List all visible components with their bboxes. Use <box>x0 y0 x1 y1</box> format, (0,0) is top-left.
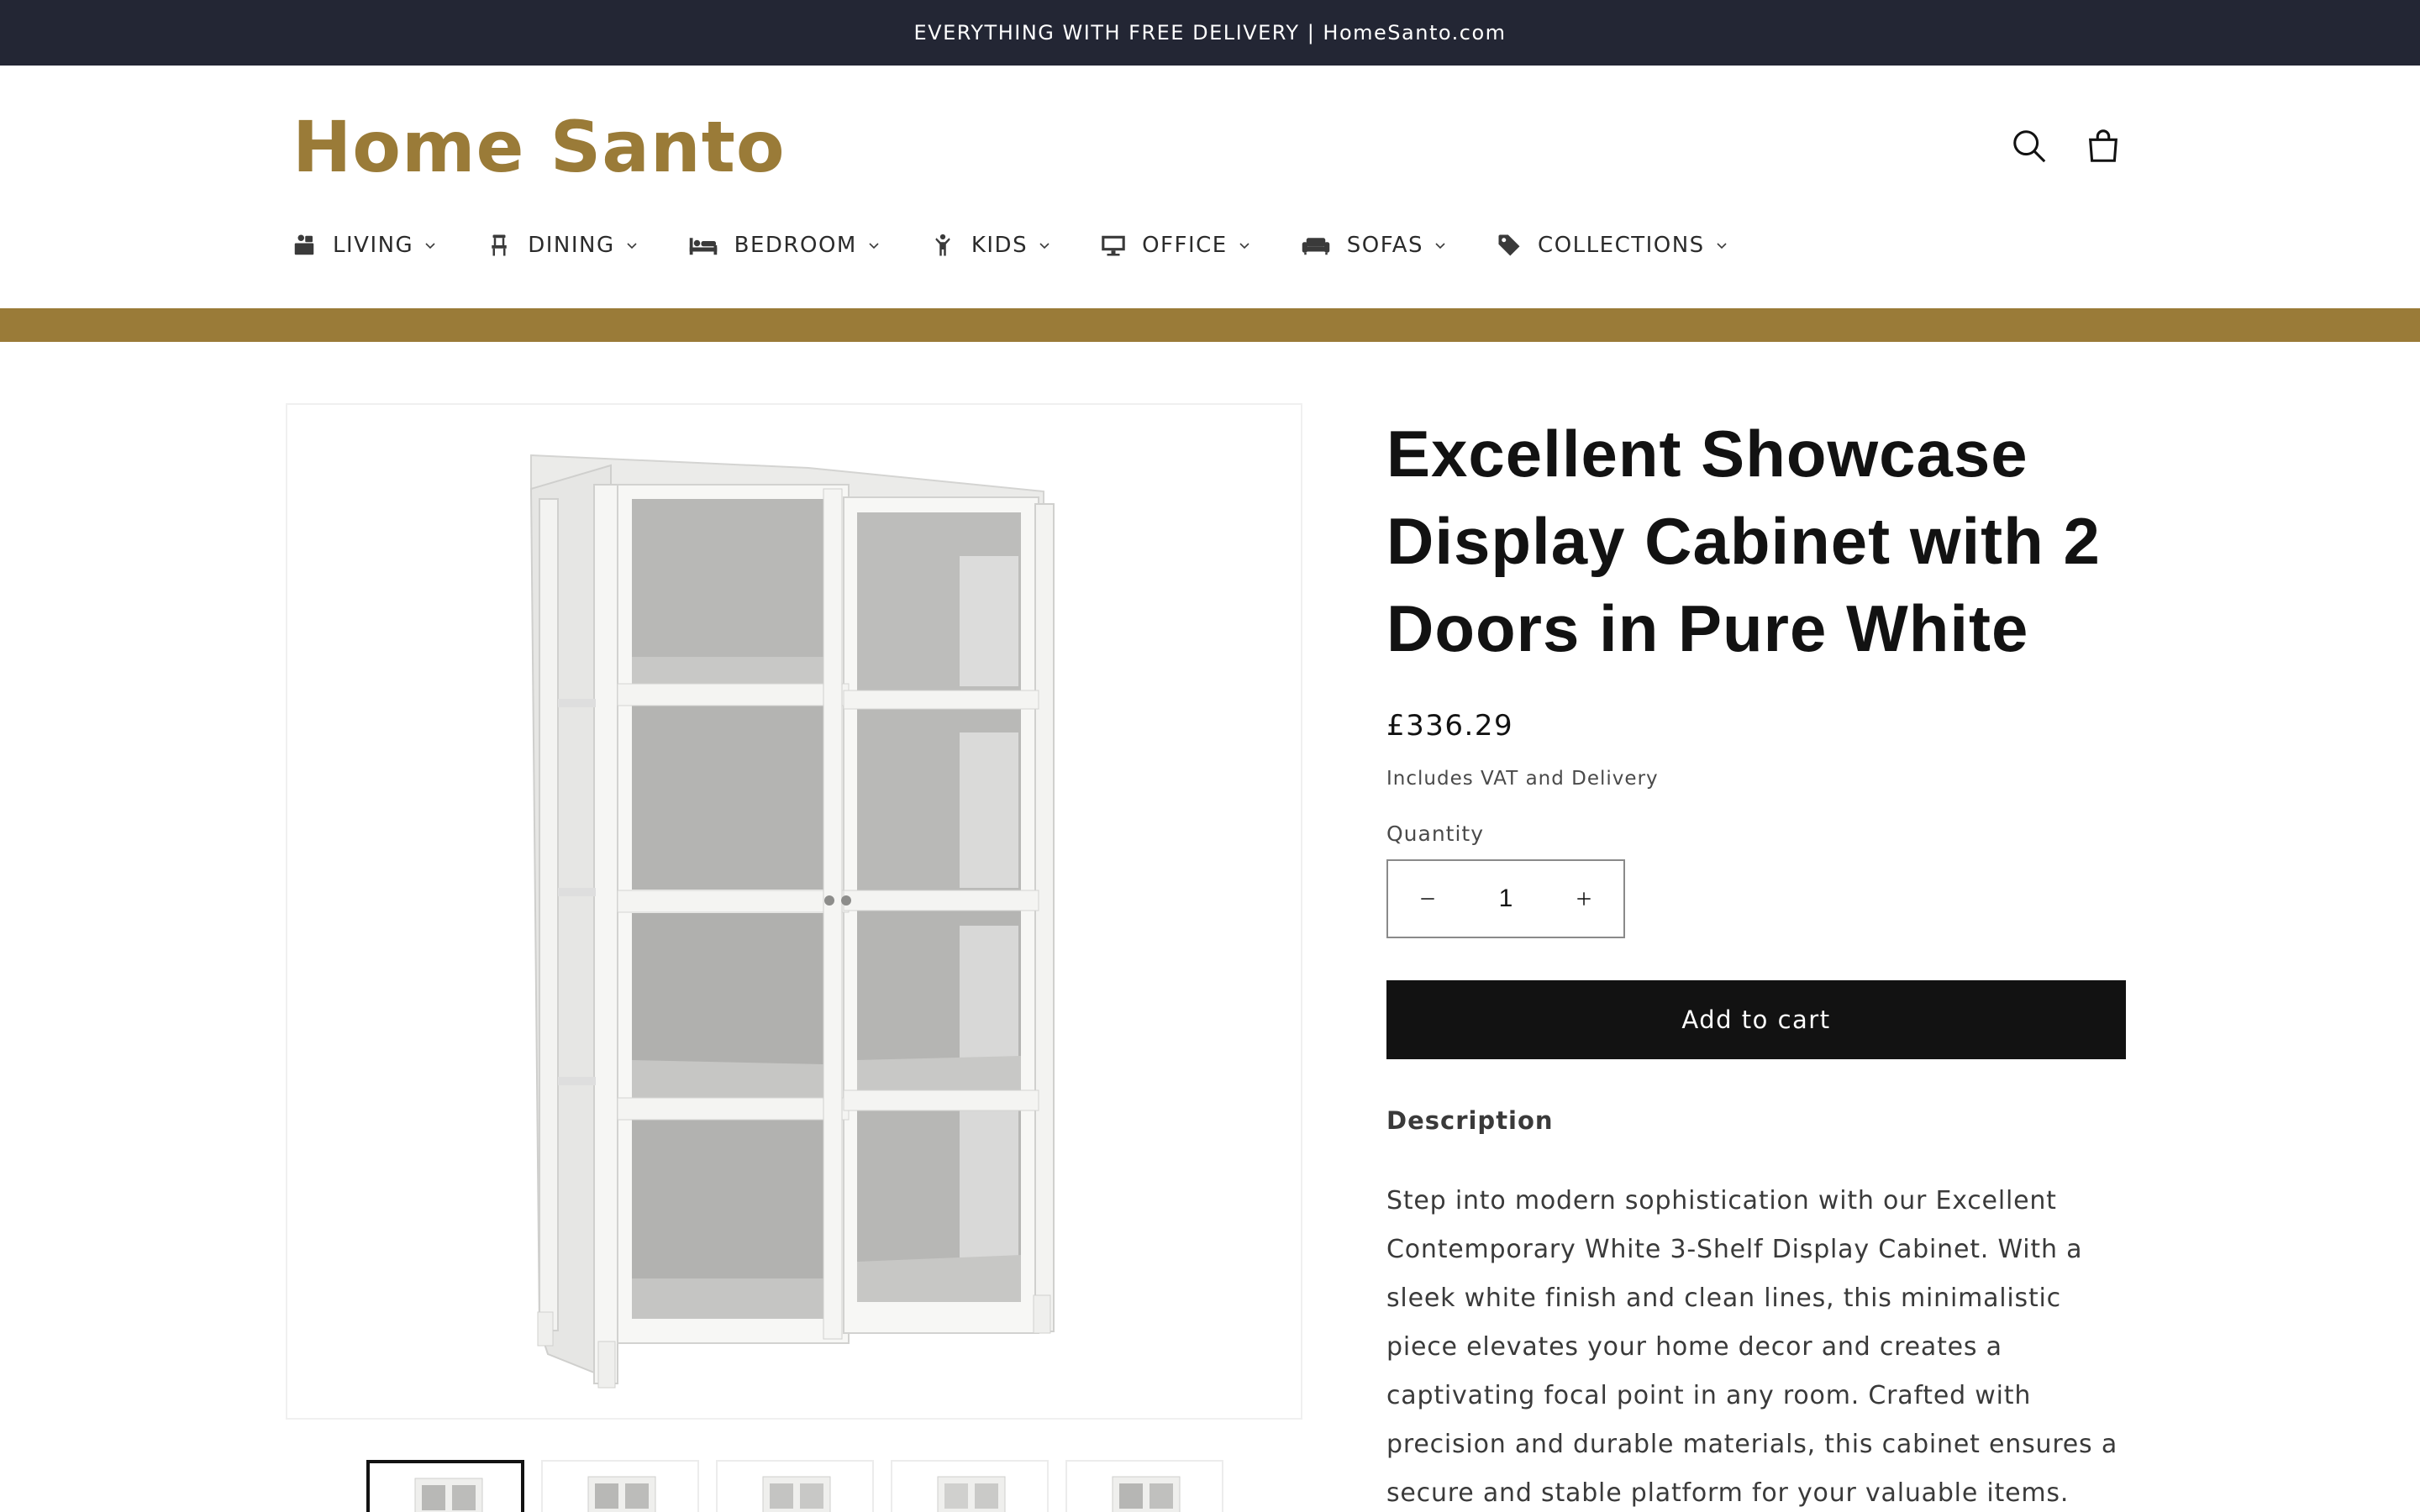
search-icon <box>2013 130 2046 163</box>
minus-icon <box>1421 898 1434 900</box>
quantity-label: Quantity <box>1386 822 1485 846</box>
tax-note: Includes VAT and Delivery <box>1386 768 1659 790</box>
add-to-cart-button[interactable]: Add to cart <box>1386 980 2126 1059</box>
cabinet-thumb-image <box>587 1476 656 1512</box>
nav-label-dining: DINING <box>528 233 615 258</box>
thumbnail-3[interactable] <box>716 1460 874 1512</box>
product-title: Excellent Showcase Display Cabinet with … <box>1386 417 2101 665</box>
chevron-down-icon <box>1238 239 1251 252</box>
nav-item-collections[interactable]: COLLECTIONS <box>1496 222 1728 269</box>
cabinet-thumb-image <box>414 1478 483 1512</box>
announcement-text: EVERYTHING WITH FREE DELIVERY | HomeSant… <box>913 21 1507 45</box>
chevron-down-icon <box>625 239 639 252</box>
product-price: £336.29 <box>1386 709 1514 743</box>
product-main-image[interactable] <box>286 403 1302 1420</box>
quantity-increase-button[interactable] <box>1544 861 1623 937</box>
chair-icon <box>486 232 513 259</box>
chevron-down-icon <box>867 239 881 252</box>
nav-label-kids: KIDS <box>971 233 1028 258</box>
cabinet-thumb-image <box>937 1476 1006 1512</box>
cart-icon <box>2089 129 2118 162</box>
accent-divider-band <box>0 308 2420 342</box>
product-info: Excellent Showcase Display Cabinet with … <box>1386 403 2126 1512</box>
nav-item-dining[interactable]: DINING <box>486 222 638 269</box>
product-thumbnails <box>366 1460 1223 1512</box>
plus-icon <box>1577 892 1591 906</box>
cabinet-thumb-image <box>762 1476 831 1512</box>
child-icon <box>929 232 956 259</box>
cart-button[interactable] <box>2080 123 2127 170</box>
thumbnail-2[interactable] <box>541 1460 699 1512</box>
nav-item-living[interactable]: LIVING <box>291 222 437 269</box>
monitor-icon <box>1100 232 1127 259</box>
thumbnail-1[interactable] <box>366 1460 524 1512</box>
site-header: Home Santo LIVING DINING BEDROOM KIDS OF… <box>0 66 2420 309</box>
nav-item-sofas[interactable]: SOFAS <box>1300 222 1447 269</box>
display-cabinet-illustration <box>529 454 1055 1389</box>
nav-item-kids[interactable]: KIDS <box>929 222 1051 269</box>
main-navigation: LIVING DINING BEDROOM KIDS OFFICE SOFAS … <box>291 222 1728 269</box>
brand-logo[interactable]: Home Santo <box>292 106 786 188</box>
thumbnail-4[interactable] <box>891 1460 1049 1512</box>
search-button[interactable] <box>2006 123 2053 170</box>
bed-icon <box>687 232 719 259</box>
nav-label-office: OFFICE <box>1142 233 1228 258</box>
chevron-down-icon <box>1715 239 1728 252</box>
nav-label-sofas: SOFAS <box>1346 233 1424 258</box>
chevron-down-icon <box>1038 239 1051 252</box>
sofa-icon <box>1300 232 1332 259</box>
announcement-bar: EVERYTHING WITH FREE DELIVERY | HomeSant… <box>0 0 2420 66</box>
nav-label-collections: COLLECTIONS <box>1538 233 1705 258</box>
description-text: Step into modern sophistication with our… <box>1386 1186 2118 1508</box>
chevron-down-icon <box>1434 239 1447 252</box>
quantity-input[interactable] <box>1468 885 1544 913</box>
thumbnail-5[interactable] <box>1065 1460 1223 1512</box>
chevron-down-icon <box>424 239 437 252</box>
description-heading: Description <box>1386 1106 1554 1135</box>
quantity-stepper <box>1386 859 1625 938</box>
couch-box-icon <box>291 232 318 259</box>
nav-label-bedroom: BEDROOM <box>734 233 857 258</box>
tag-icon <box>1496 232 1523 259</box>
nav-item-bedroom[interactable]: BEDROOM <box>687 222 881 269</box>
nav-item-office[interactable]: OFFICE <box>1100 222 1251 269</box>
cabinet-thumb-image <box>1112 1476 1181 1512</box>
nav-label-living: LIVING <box>333 233 414 258</box>
quantity-decrease-button[interactable] <box>1388 861 1467 937</box>
